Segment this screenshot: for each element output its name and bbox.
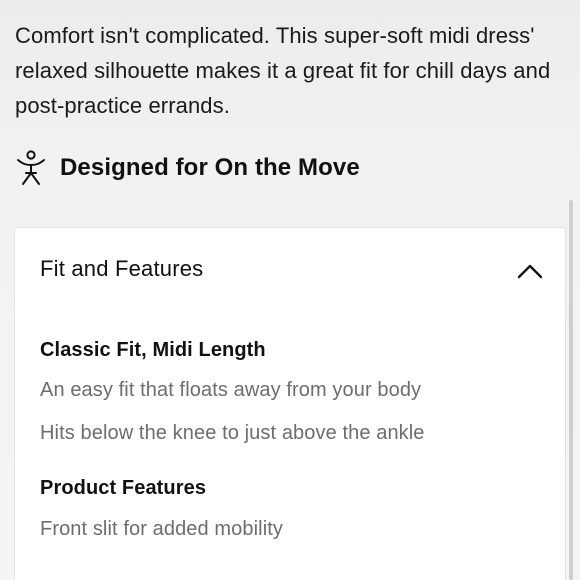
designed-for-row: Designed for On the Move — [16, 148, 360, 188]
scrollbar[interactable] — [569, 200, 573, 580]
section-heading-fit: Classic Fit, Midi Length — [40, 339, 266, 361]
fit-and-features-title: Fit and Features — [40, 256, 204, 281]
product-details-page: Comfort isn't complicated. This super-so… — [0, 0, 580, 580]
fit-detail-line: Hits below the knee to just above the an… — [40, 422, 425, 444]
feature-detail-line: Front slit for added mobility — [40, 518, 283, 540]
fit-detail-line: An easy fit that floats away from your b… — [40, 379, 422, 401]
fit-and-features-panel: Fit and Features Classic Fit, Midi Lengt… — [15, 228, 565, 580]
fit-and-features-toggle[interactable]: Fit and Features — [15, 228, 565, 314]
designed-for-label: Designed for On the Move — [60, 154, 360, 181]
section-heading-features: Product Features — [40, 477, 207, 499]
product-description: Comfort isn't complicated. This super-so… — [15, 23, 551, 118]
chevron-up-icon[interactable] — [515, 260, 545, 282]
person-moving-icon — [16, 150, 46, 186]
